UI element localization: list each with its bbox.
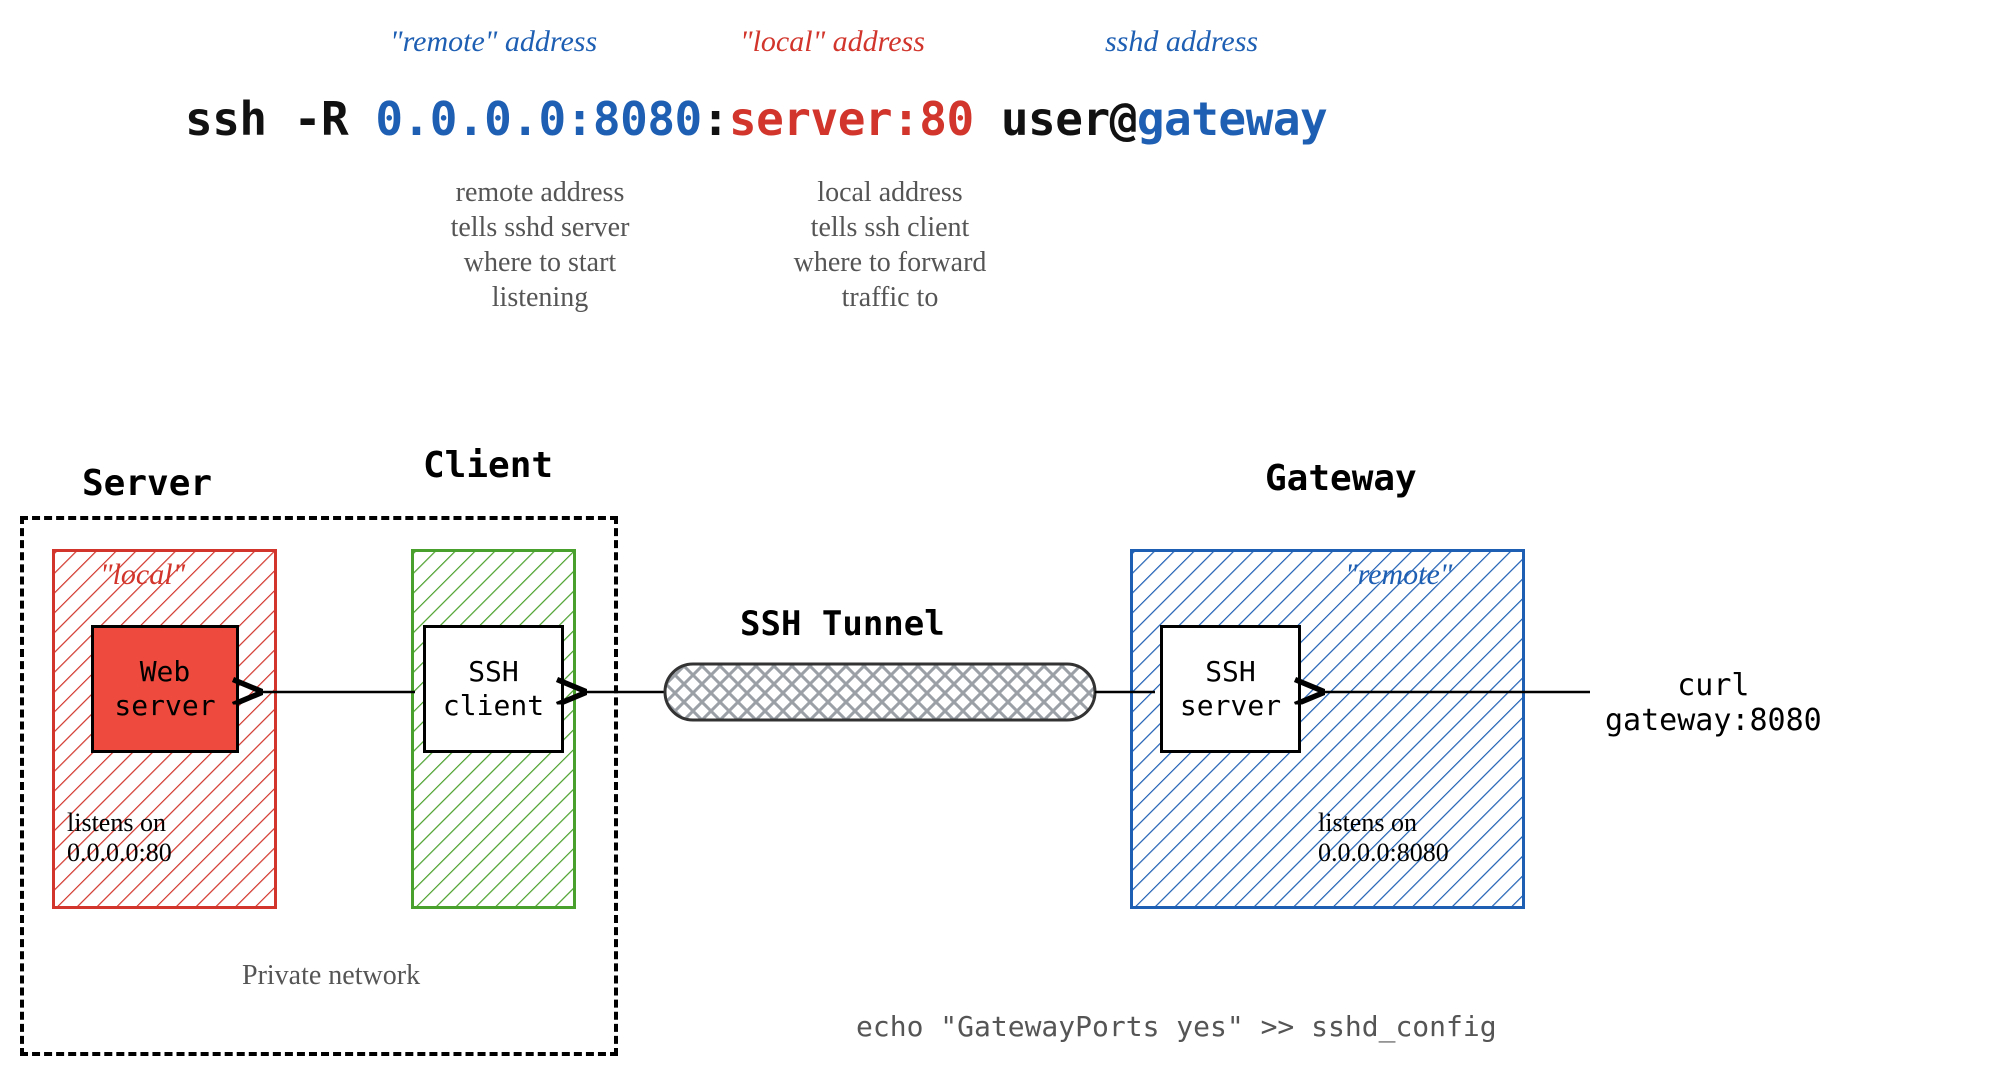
footer-command: echo "GatewayPorts yes" >> sshd_config xyxy=(856,1010,1497,1043)
ssh-client-box: SSH client xyxy=(423,625,564,753)
cmd-local-addr: server:80 xyxy=(729,92,974,146)
explain-local: local address tells ssh client where to … xyxy=(740,175,1040,315)
ssh-tunnel xyxy=(665,664,1095,720)
cmd-remote-addr: 0.0.0.0:8080 xyxy=(375,92,701,146)
tunnel-label: SSH Tunnel xyxy=(740,604,945,644)
label-local-address: "local" address xyxy=(740,25,925,59)
cmd-user: user@ xyxy=(974,92,1137,146)
private-network-label: Private network xyxy=(242,960,420,992)
server-box-title: "local" xyxy=(100,558,185,592)
curl-command: curl gateway:8080 xyxy=(1605,668,1822,738)
label-server: Server xyxy=(82,463,212,504)
label-gateway: Gateway xyxy=(1265,458,1417,499)
label-remote-address: "remote" address xyxy=(390,25,597,59)
cmd-sep: : xyxy=(702,92,729,146)
cmd-prefix: ssh -R xyxy=(185,92,375,146)
gateway-box-title: "remote" xyxy=(1345,558,1452,592)
label-sshd-address: sshd address xyxy=(1105,25,1258,59)
gateway-listens: listens on 0.0.0.0:8080 xyxy=(1318,808,1449,868)
ssh-server-box: SSH server xyxy=(1160,625,1301,753)
ssh-command: ssh -R 0.0.0.0:8080:server:80 user@gatew… xyxy=(185,92,1327,146)
web-server-box: Web server xyxy=(91,625,239,753)
server-listens: listens on 0.0.0.0:80 xyxy=(67,808,172,868)
cmd-gateway: gateway xyxy=(1137,92,1327,146)
label-client: Client xyxy=(423,445,553,486)
explain-remote: remote address tells sshd server where t… xyxy=(390,175,690,315)
